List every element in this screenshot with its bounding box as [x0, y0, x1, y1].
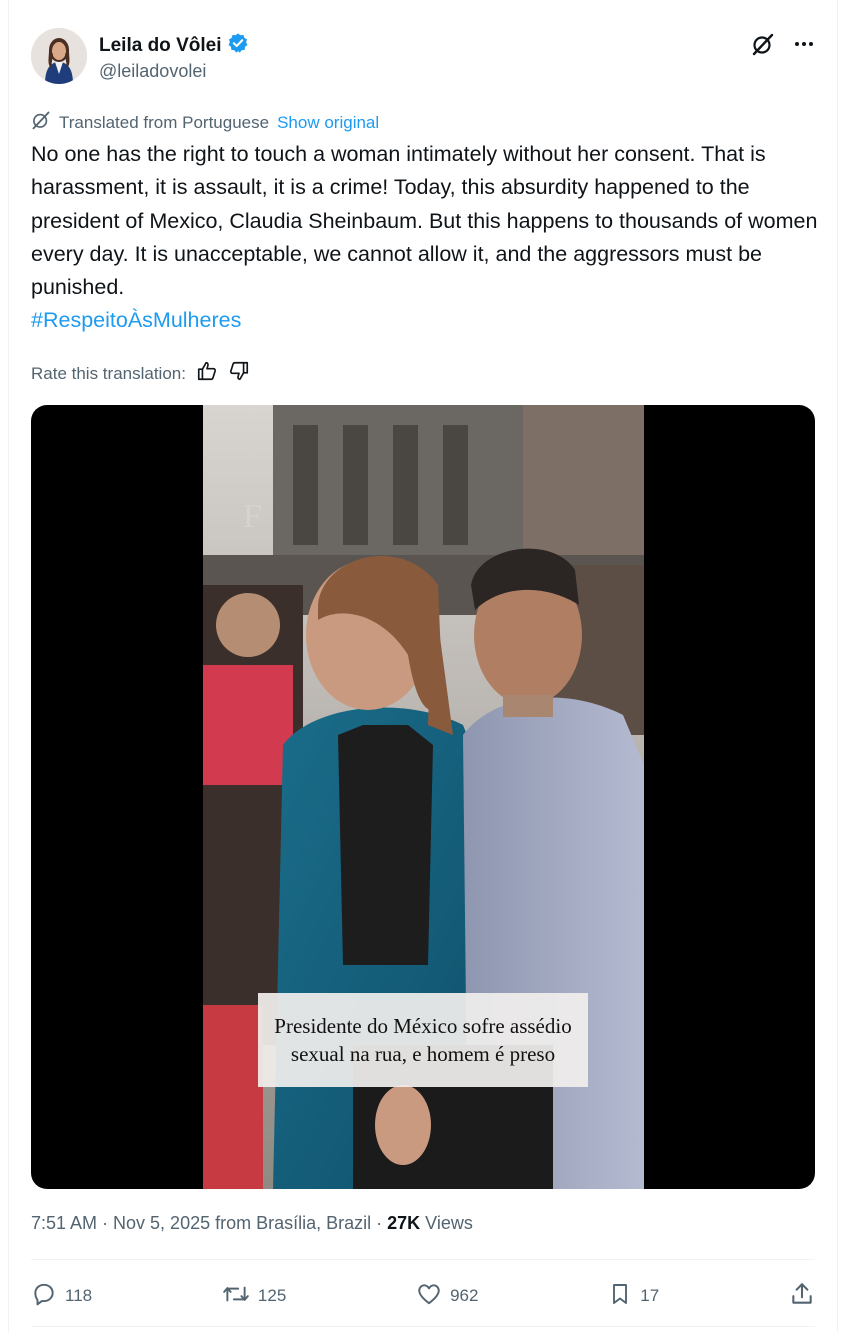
translation-notice: Translated from Portuguese Show original — [31, 110, 379, 135]
tweet-timestamp[interactable]: 7:51 AM · Nov 5, 2025 from Brasília, Bra… — [31, 1213, 387, 1233]
share-button[interactable] — [789, 1281, 815, 1312]
views-count: 27K — [387, 1213, 421, 1233]
reply-button[interactable]: 118 — [31, 1281, 92, 1312]
reply-icon — [31, 1281, 57, 1312]
tweet-header: Leila do Vôlei @leiladovolei — [31, 28, 815, 88]
like-count: 962 — [450, 1286, 479, 1305]
divider — [31, 1259, 815, 1260]
show-original-link[interactable]: Show original — [277, 113, 379, 133]
like-button[interactable]: 962 — [416, 1281, 478, 1312]
tweet-card: Leila do Vôlei @leiladovolei Translated … — [8, 0, 838, 1332]
rate-translation: Rate this translation: — [31, 360, 250, 387]
video-caption: Presidente do México sofre assédio sexua… — [258, 993, 588, 1087]
heart-icon — [416, 1281, 442, 1312]
thumbs-down-icon[interactable] — [228, 360, 250, 387]
action-bar: 118 125 962 17 — [31, 1279, 815, 1313]
hashtag-link[interactable]: #RespeitoÀsMulheres — [31, 308, 241, 332]
author-name[interactable]: Leila do Vôlei — [99, 35, 221, 57]
author-handle[interactable]: @leiladovolei — [99, 61, 206, 82]
video-player[interactable]: F Presidente do México sofre assédio sex… — [31, 405, 815, 1189]
reply-count: 118 — [65, 1286, 93, 1305]
bookmark-count: 17 — [640, 1286, 660, 1305]
more-icon[interactable] — [793, 33, 815, 60]
tweet-text: No one has the right to touch a woman in… — [31, 138, 821, 338]
tweet-meta: 7:51 AM · Nov 5, 2025 from Brasília, Bra… — [31, 1213, 473, 1234]
video-watermark: F — [243, 498, 262, 535]
translated-label: Translated from Portuguese — [59, 112, 270, 132]
bookmark-button[interactable]: 17 — [608, 1281, 659, 1312]
repost-button[interactable]: 125 — [222, 1281, 286, 1312]
repost-icon — [222, 1281, 250, 1312]
bottom-divider — [31, 1326, 815, 1327]
repost-count: 125 — [257, 1286, 287, 1305]
tweet-body: No one has the right to touch a woman in… — [31, 142, 818, 300]
translate-icon — [31, 110, 51, 135]
share-icon — [789, 1281, 815, 1312]
video-frame: F Presidente do México sofre assédio sex… — [203, 405, 644, 1189]
avatar[interactable] — [31, 28, 87, 84]
grok-icon[interactable] — [751, 32, 775, 61]
verified-badge-icon — [227, 32, 249, 59]
rate-label: Rate this translation: — [31, 363, 186, 383]
avatar-image — [31, 28, 87, 84]
views-label: Views — [420, 1213, 473, 1233]
bookmark-icon — [608, 1281, 632, 1312]
thumbs-up-icon[interactable] — [196, 360, 218, 387]
